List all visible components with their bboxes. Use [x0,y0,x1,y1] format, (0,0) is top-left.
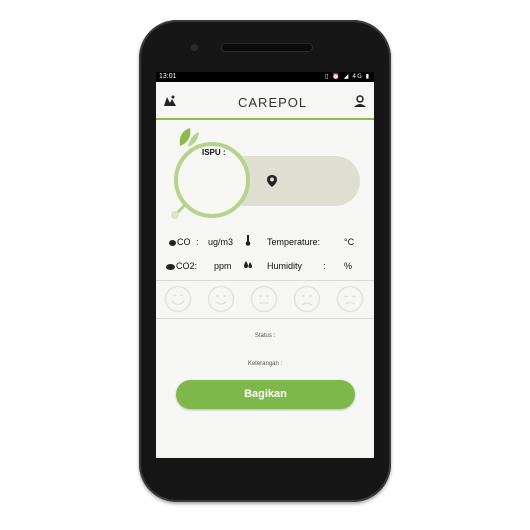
air-quality-faces [156,282,374,316]
thermometer-icon [245,235,251,246]
app-title: CAREPOL [238,95,308,110]
speaker-grill [222,44,312,51]
location-pin-icon[interactable] [266,174,278,188]
battery-icon: ▮ [365,73,370,80]
co-reading: CO [169,237,191,247]
very-happy-face-icon [164,285,192,313]
reading-row-1: CO : ug/m3 Temperature: °C [156,235,374,251]
status-icons: ▯ ⏰ ◢ 4G ▮ [325,72,370,82]
co-label: CO [177,237,191,247]
happy-face-icon [207,285,235,313]
status-time: 13:01 [159,73,177,80]
app-logo: CAREPOL [238,95,307,110]
keterangan-label: Keterangan : [247,361,283,367]
map-icon[interactable] [163,94,177,108]
humidity-label: Humidity [267,261,303,271]
alarm-icon: ⏰ [332,73,341,80]
reading-row-2: CO2: ppm Humidity : % [156,261,374,275]
humidity-icon [244,261,252,268]
co2-reading: CO2: [166,261,197,271]
vibrate-icon: ▯ [325,73,330,80]
co-unit: ug/m3 [208,237,234,247]
temperature-unit: °C [344,237,355,247]
faces-divider-bottom [156,318,374,319]
humidity-separator: : [323,261,326,271]
very-sad-face-icon [336,285,364,313]
co2-icon [166,263,175,270]
co2-unit: ppm [214,261,232,271]
gauge-handle [171,202,188,219]
location-pill[interactable] [242,156,360,206]
co2-label: CO2: [176,261,198,271]
co-icon [169,239,176,246]
temperature-label: Temperature: [267,237,321,247]
neutral-face-icon [250,285,278,313]
appbar-divider [156,118,374,120]
network-type: 4G [352,73,363,80]
faces-divider-top [156,280,374,281]
ispu-label: ISPU : [202,148,226,157]
share-button[interactable]: Bagikan [176,380,355,409]
co-separator: : [196,237,199,247]
profile-icon[interactable] [353,94,367,108]
camera-icon [191,44,198,51]
signal-icon: ◢ [343,73,350,80]
humidity-unit: % [344,261,353,271]
status-bar: 13:01 ▯ ⏰ ◢ 4G ▮ [156,72,374,82]
app-bar: CAREPOL [156,82,374,120]
bottom-nav-area [156,444,374,458]
ispu-gauge: ISPU : [156,122,374,227]
sad-face-icon [293,285,321,313]
app-screen: 13:01 ▯ ⏰ ◢ 4G ▮ CAREPOL ISPU: CO: ug/… [156,72,374,458]
status-label: Status : [254,333,276,339]
